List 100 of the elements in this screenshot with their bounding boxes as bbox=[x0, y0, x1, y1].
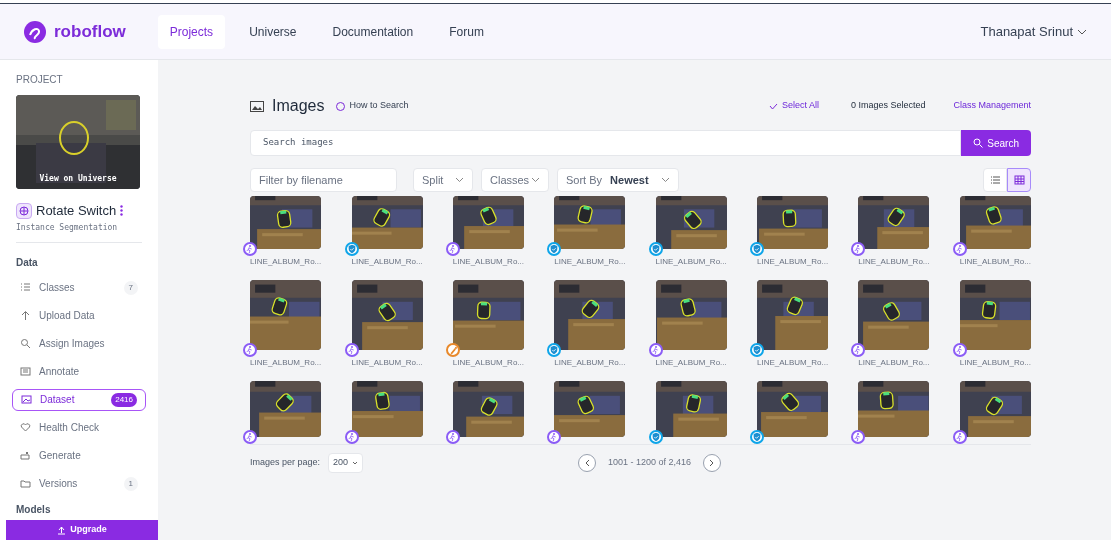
chevron-down-icon bbox=[455, 177, 464, 183]
generate-icon bbox=[20, 450, 31, 461]
project-type: Instance Segmentation bbox=[16, 221, 119, 234]
image-thumbnail[interactable] bbox=[452, 381, 524, 437]
image-filename: LINE_ALBUM_Ro... bbox=[250, 256, 322, 268]
image-filename: LINE_ALBUM_Ro... bbox=[554, 256, 626, 268]
sidebar-item[interactable]: Annotate bbox=[16, 360, 142, 383]
classes-dropdown[interactable]: Classes bbox=[481, 168, 549, 192]
project-preview[interactable]: View on Universe bbox=[16, 95, 140, 189]
chevron-down-icon bbox=[1077, 28, 1087, 35]
select-all-button[interactable]: Select All bbox=[781, 99, 819, 113]
image-filename: LINE_ALBUM_Ro... bbox=[959, 357, 1031, 369]
image-thumbnail[interactable] bbox=[858, 196, 930, 249]
image-thumbnail[interactable] bbox=[250, 280, 322, 350]
image-filename: LINE_ALBUM_Ro... bbox=[858, 256, 930, 268]
globe-icon bbox=[16, 202, 32, 219]
image-thumbnail[interactable] bbox=[554, 381, 626, 437]
chevron-down-icon bbox=[531, 177, 540, 183]
image-thumbnail[interactable] bbox=[858, 381, 930, 437]
image-thumbnail[interactable] bbox=[655, 381, 727, 437]
image-thumbnail[interactable] bbox=[554, 196, 626, 249]
help-icon bbox=[336, 101, 346, 111]
filename-filter-field[interactable]: Filter by filename bbox=[250, 168, 397, 192]
image-thumbnail[interactable] bbox=[757, 381, 829, 437]
shield-icon bbox=[750, 430, 765, 444]
image-thumbnail[interactable] bbox=[757, 196, 829, 249]
class-management-link[interactable]: Class Management bbox=[953, 99, 1031, 113]
sidebar-item[interactable]: Versions 1 bbox=[16, 472, 142, 495]
runner-icon bbox=[648, 343, 663, 357]
image-filename: LINE_ALBUM_Ro... bbox=[351, 256, 423, 268]
check-icon bbox=[768, 102, 778, 110]
image-thumbnail[interactable] bbox=[655, 280, 727, 350]
image-thumbnail[interactable] bbox=[250, 196, 322, 249]
image-filename: LINE_ALBUM_Ro... bbox=[757, 357, 829, 369]
image-filename: LINE_ALBUM_Ro... bbox=[250, 357, 322, 369]
image-thumbnail[interactable] bbox=[351, 196, 423, 249]
shield-icon bbox=[648, 430, 663, 444]
user-menu[interactable]: Thanapat Srinut bbox=[980, 21, 1073, 42]
image-thumbnail[interactable] bbox=[351, 381, 423, 437]
runner-icon bbox=[851, 343, 866, 357]
count-badge: 1 bbox=[123, 476, 138, 491]
image-thumbnail[interactable] bbox=[452, 280, 524, 350]
per-page-dropdown[interactable]: 200 bbox=[328, 453, 364, 473]
per-page-label: Images per page: bbox=[250, 456, 321, 470]
sidebar-item[interactable]: Dataset 2416 bbox=[12, 388, 146, 411]
image-filename: LINE_ALBUM_Ro... bbox=[452, 256, 524, 268]
image-filename: LINE_ALBUM_Ro... bbox=[858, 357, 930, 369]
search-icon bbox=[20, 338, 31, 349]
sidebar-item[interactable]: Upload Data bbox=[16, 304, 142, 327]
heart-icon bbox=[20, 422, 31, 433]
image-thumbnail[interactable] bbox=[858, 280, 930, 350]
image-filename: LINE_ALBUM_Ro... bbox=[757, 256, 829, 268]
runner-icon bbox=[243, 430, 258, 444]
more-icon[interactable] bbox=[120, 205, 124, 217]
sidebar-item[interactable]: Classes 7 bbox=[16, 276, 142, 299]
nav-link[interactable]: Projects bbox=[157, 14, 226, 49]
image-filename: LINE_ALBUM_Ro... bbox=[655, 256, 727, 268]
runner-icon bbox=[243, 242, 258, 256]
sidebar-item[interactable]: Generate bbox=[16, 444, 142, 467]
split-dropdown[interactable]: Split bbox=[413, 168, 473, 192]
image-thumbnail[interactable] bbox=[959, 280, 1031, 350]
upgrade-button[interactable]: Upgrade bbox=[6, 520, 158, 540]
how-to-search-link[interactable]: How to Search bbox=[349, 99, 409, 113]
nav-link[interactable]: Universe bbox=[237, 14, 309, 49]
runner-icon bbox=[547, 430, 562, 444]
section-heading: Data bbox=[16, 255, 39, 270]
search-button[interactable]: Search bbox=[961, 130, 1031, 156]
grid-icon bbox=[1013, 175, 1025, 185]
shield-icon bbox=[648, 242, 663, 256]
grid-view-button[interactable] bbox=[1007, 168, 1031, 192]
image-thumbnail[interactable] bbox=[250, 381, 322, 437]
chevron-down-icon bbox=[661, 177, 670, 183]
image-thumbnail[interactable] bbox=[554, 280, 626, 350]
image-filename: LINE_ALBUM_Ro... bbox=[452, 357, 524, 369]
folder-icon bbox=[20, 478, 31, 489]
runner-icon bbox=[851, 430, 866, 444]
sidebar-item[interactable]: Assign Images bbox=[16, 332, 142, 355]
runner-icon bbox=[344, 430, 359, 444]
image-thumbnail[interactable] bbox=[959, 196, 1031, 249]
image-thumbnail[interactable] bbox=[452, 196, 524, 249]
image-thumbnail[interactable] bbox=[757, 280, 829, 350]
runner-icon bbox=[952, 242, 967, 256]
preview-caption: View on Universe bbox=[38, 173, 118, 185]
brush-icon bbox=[445, 343, 460, 357]
image-icon bbox=[21, 394, 32, 405]
sort-dropdown[interactable]: Sort By Newest bbox=[557, 168, 679, 192]
count-badge: 2416 bbox=[111, 392, 137, 407]
search-field[interactable]: Search images bbox=[250, 130, 962, 156]
section-label: PROJECT bbox=[16, 73, 64, 87]
image-thumbnail[interactable] bbox=[351, 280, 423, 350]
image-thumbnail[interactable] bbox=[959, 381, 1031, 437]
list-icon bbox=[989, 175, 1001, 185]
sidebar-item[interactable]: Health Check bbox=[16, 416, 142, 439]
page-range: 1001 - 1200 of 2,416 bbox=[608, 456, 692, 470]
image-thumbnail[interactable] bbox=[655, 196, 727, 249]
nav-link[interactable]: Documentation bbox=[320, 14, 426, 49]
runner-icon bbox=[851, 242, 866, 256]
shield-icon bbox=[547, 343, 562, 357]
chevron-left-icon bbox=[584, 459, 590, 467]
nav-link[interactable]: Forum bbox=[437, 14, 496, 49]
